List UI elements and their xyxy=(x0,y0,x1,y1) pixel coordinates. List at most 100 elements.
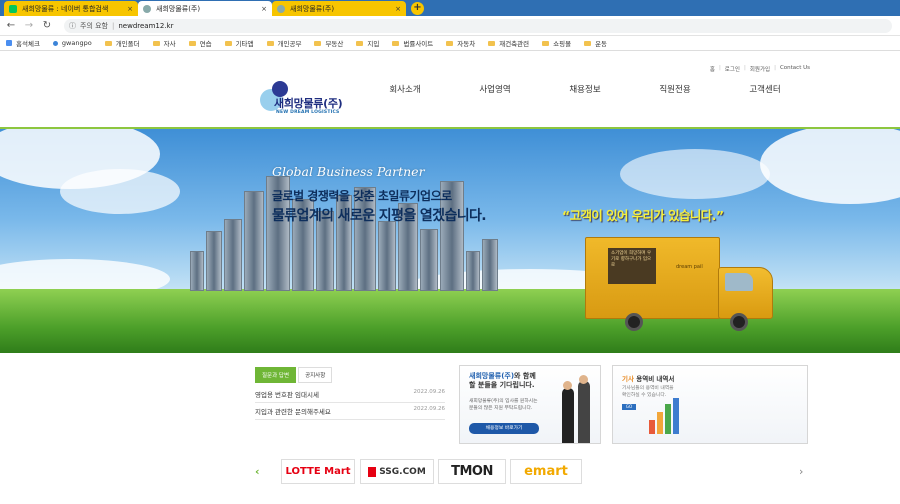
login-link[interactable]: 로그인 xyxy=(725,65,740,73)
driver-go-button[interactable]: GO xyxy=(622,404,636,410)
tab-notice[interactable]: 공지사항 xyxy=(298,367,333,383)
partner-name: emart xyxy=(524,464,568,479)
bookmark-item[interactable]: 부동산 xyxy=(314,38,343,48)
bookmark-item[interactable]: 자동차 xyxy=(446,38,475,48)
truck-window xyxy=(725,273,753,291)
building xyxy=(378,221,396,291)
bookmark-item[interactable]: 개인폴더 xyxy=(104,38,140,48)
chart-bar xyxy=(673,398,679,434)
bookmark-item[interactable]: 연습 xyxy=(188,38,212,48)
driver-desc-line1: 기사님들의 용역비 내역을 xyxy=(622,386,674,391)
website: 홈 | 로그인 | 회원가입 | Contact Us 새희망물류(주) NEW DR… xyxy=(0,51,900,504)
folder-icon xyxy=(224,40,232,46)
forward-icon[interactable]: → xyxy=(22,19,36,33)
back-icon[interactable]: ← xyxy=(4,19,18,33)
board-tabs: 질문과 답변 공지사항 xyxy=(255,367,334,383)
building xyxy=(482,239,498,291)
warning-icon[interactable]: ⓘ xyxy=(69,19,76,33)
folder-icon xyxy=(152,40,160,46)
utility-links: 홈 | 로그인 | 회원가입 | Contact Us xyxy=(709,65,810,73)
recruit-button[interactable]: 채용정보 바로가기 xyxy=(469,423,539,434)
partner-emart[interactable]: emart xyxy=(510,459,582,484)
menu-business[interactable]: 사업영역 xyxy=(450,83,540,95)
close-tab-icon[interactable]: × xyxy=(127,5,133,13)
partner-tmon[interactable]: TMON xyxy=(438,459,506,484)
building xyxy=(190,251,204,291)
post-title[interactable]: 지입과 관련한 문의해주세요 xyxy=(255,406,331,416)
close-tab-icon[interactable]: × xyxy=(261,5,267,13)
coins-chart-icon xyxy=(649,396,687,434)
partner-lottemart[interactable]: LOTTE Mart xyxy=(281,459,355,484)
board-list: 영업용 번호판 임대시세 2022.09.26 지입과 관련한 문의해주세요 2… xyxy=(255,386,445,420)
bookmark-item[interactable]: gwangpo xyxy=(52,39,92,47)
browser-tab-active[interactable]: 새희망물류(주) × xyxy=(138,1,272,16)
bookmark-item[interactable]: 쇼핑몰 xyxy=(542,38,571,48)
menu-support[interactable]: 고객센터 xyxy=(720,83,810,95)
truck-wheel xyxy=(730,313,748,331)
recruit-desc-line2: 분들의 많은 지원 부탁드립니다. xyxy=(469,406,533,412)
globe-icon xyxy=(143,4,151,13)
building xyxy=(466,251,480,291)
folder-icon xyxy=(542,40,550,46)
bookmark-item[interactable]: 자사 xyxy=(152,38,176,48)
prev-arrow-icon[interactable]: ‹ xyxy=(255,465,260,478)
ssg-icon xyxy=(368,466,377,477)
home-link[interactable]: 홈 xyxy=(710,65,715,73)
browser-tab[interactable]: 새희망물류 : 네이버 통합검색 × xyxy=(4,1,138,16)
menu-recruit[interactable]: 채용정보 xyxy=(540,83,630,95)
address-bar[interactable]: ⓘ 주의 요함 | newdream12.kr xyxy=(64,19,892,33)
new-tab-button[interactable]: + xyxy=(411,2,424,15)
site-logo[interactable]: 새희망물류(주) NEW DREAM LOGISTICS xyxy=(258,81,368,119)
browser-tab-label: 새희망물류(주) xyxy=(156,4,201,13)
security-label: 주의 요함 xyxy=(80,22,108,30)
folder-icon xyxy=(266,40,274,46)
recruit-title-line2: 할 분들을 기다립니다. xyxy=(469,381,535,390)
site-icon xyxy=(52,40,58,46)
menu-company[interactable]: 회사소개 xyxy=(360,83,450,95)
recruit-title-rest: 와 함께 xyxy=(514,372,536,380)
partner-ssg[interactable]: SSG.COM xyxy=(360,459,434,484)
bookmarks-bar: 홈석체크 gwangpo 개인폴더 자사 연습 기타앱 개인공부 부동산 지입 … xyxy=(0,36,900,51)
driver-title-rest: 용역비 내역서 xyxy=(633,375,675,383)
folder-icon xyxy=(392,40,400,46)
bookmark-item[interactable]: 기타앱 xyxy=(224,38,254,48)
bookmark-item[interactable]: 개인공부 xyxy=(266,38,301,48)
folder-icon xyxy=(314,40,322,46)
naver-icon xyxy=(9,4,17,13)
browser-tab-label: 새희망물류(주) xyxy=(290,4,335,13)
post-title[interactable]: 영업용 번호판 임대시세 xyxy=(255,389,319,399)
bookmark-item[interactable]: 홈석체크 xyxy=(6,38,40,48)
browser-tab-strip: 새희망물류 : 네이버 통합검색 × 새희망물류(주) × 새희망물류(주) ×… xyxy=(0,0,900,16)
contact-link[interactable]: Contact Us xyxy=(780,65,810,73)
bookmark-item[interactable]: 운동 xyxy=(584,38,607,48)
close-tab-icon[interactable]: × xyxy=(395,5,401,13)
bookmark-item[interactable]: 재건축관련 xyxy=(488,38,529,48)
browser-toolbar: ← → ↻ ⓘ 주의 요함 | newdream12.kr xyxy=(0,16,900,36)
next-arrow-icon[interactable]: › xyxy=(799,465,803,478)
truck-sign: 소기업이 희망하며 우기로 향하구나가 입으로 xyxy=(608,248,656,284)
driver-fee-card: 기사 용역비 내역서 기사님들의 용역비 내역을 확인하실 수 있습니다. GO xyxy=(612,365,808,444)
globe-icon xyxy=(277,4,285,13)
hero-line2: 물류업계의 새로운 지평을 열겠습니다. xyxy=(272,208,487,224)
reload-icon[interactable]: ↻ xyxy=(40,19,54,33)
recruit-title-brand: 새희망물류(주) xyxy=(469,372,515,380)
building xyxy=(420,229,438,291)
chart-bar xyxy=(649,420,655,434)
list-item[interactable]: 지입과 관련한 문의해주세요 2022.09.26 xyxy=(255,403,445,420)
recruit-card: 새희망물류(주)와 함께 할 분들을 기다립니다. 새희망물류(주)의 입사를 … xyxy=(459,365,601,444)
list-item[interactable]: 영업용 번호판 임대시세 2022.09.26 xyxy=(255,386,445,403)
cloud xyxy=(620,149,770,199)
bookmark-item[interactable]: 법률사이트 xyxy=(392,38,433,48)
person-head xyxy=(579,375,588,384)
recruit-desc: 새희망물류(주)의 입사를 원하시는 분들의 많은 지원 부탁드립니다. xyxy=(469,398,538,412)
partner-name: TMON xyxy=(451,464,493,479)
hero-line1: 글로벌 경쟁력을 갖춘 초일류기업으로 xyxy=(272,189,452,203)
folder-icon xyxy=(188,40,196,46)
menu-staff[interactable]: 직원전용 xyxy=(630,83,720,95)
bookmark-item[interactable]: 지입 xyxy=(356,38,379,48)
signup-link[interactable]: 회원가입 xyxy=(750,65,770,73)
truck-box: 소기업이 희망하며 우기로 향하구나가 입으로 dream pail xyxy=(585,237,720,319)
tab-qna[interactable]: 질문과 답변 xyxy=(255,367,297,383)
browser-tab[interactable]: 새희망물류(주) × xyxy=(272,1,406,16)
partner-name: LOTTE Mart xyxy=(285,466,351,477)
